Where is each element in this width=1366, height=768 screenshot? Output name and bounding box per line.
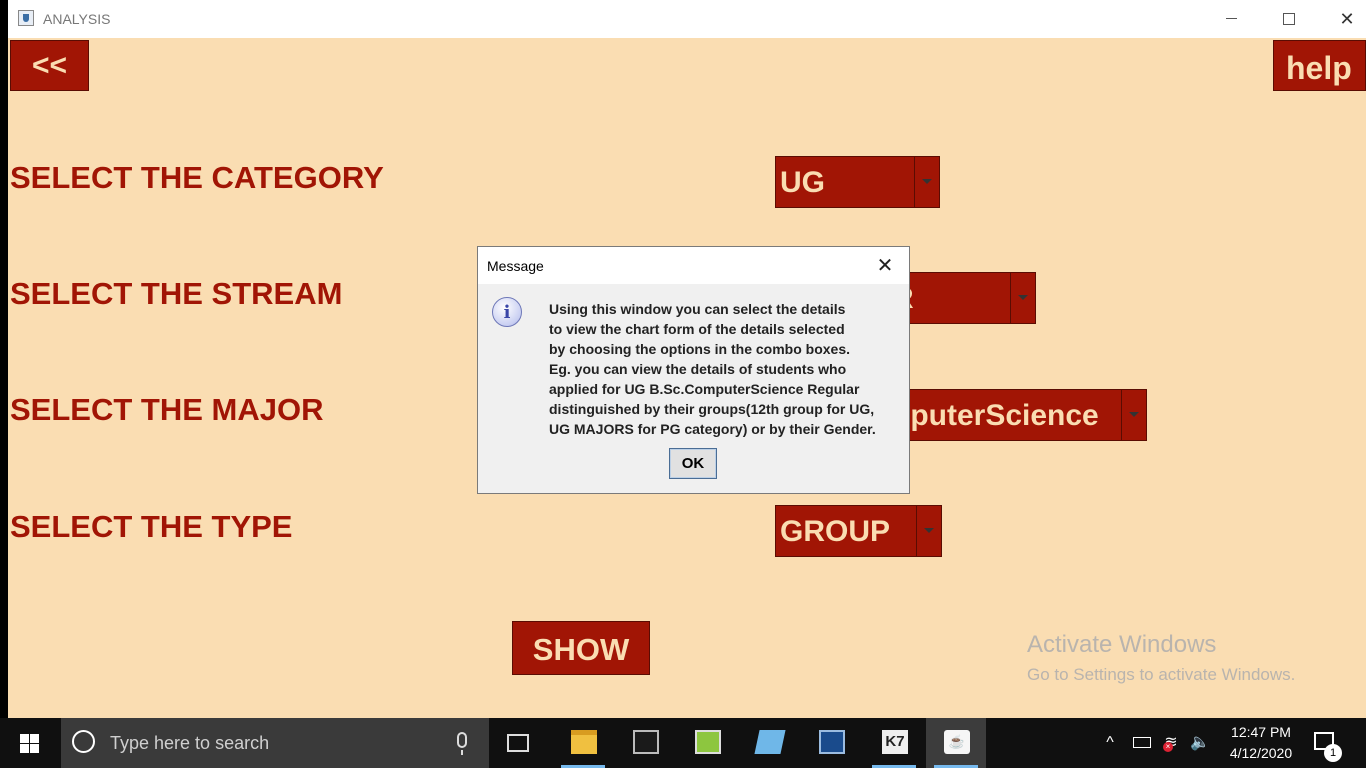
category-combo-value: UG	[780, 166, 825, 199]
clock-time: 12:47 PM	[1231, 724, 1291, 740]
azure-data-studio-button[interactable]	[739, 718, 799, 768]
maximize-icon	[1283, 12, 1295, 25]
ok-button[interactable]: OK	[669, 448, 717, 479]
file-explorer-button[interactable]	[553, 718, 613, 768]
dialog-message: Using this window you can select the det…	[549, 299, 876, 439]
java-app-button[interactable]: ☕	[926, 718, 986, 768]
windows-logo-icon	[20, 734, 39, 753]
type-combo-value: GROUP	[780, 515, 891, 548]
k7-security-button[interactable]: K7	[864, 718, 924, 768]
chevron-down-icon[interactable]	[1121, 390, 1146, 440]
k7-icon: K7	[882, 730, 908, 754]
start-button[interactable]	[0, 718, 60, 768]
maximize-button[interactable]	[1260, 0, 1318, 38]
window-title: ANALYSIS	[43, 11, 111, 27]
title-bar[interactable]: ANALYSIS ✕	[8, 0, 1366, 38]
type-label: SELECT THE TYPE	[10, 509, 293, 544]
minimize-icon	[1225, 18, 1237, 20]
dialog-message-line: UG MAJORS for PG category) or by their G…	[549, 421, 876, 437]
close-icon: ✕	[1339, 9, 1355, 29]
dialog-title-bar[interactable]: Message ✕	[478, 247, 909, 284]
taskbar: Type here to search K7 ☕ ^ ≋ × 🔈 12:47 P…	[0, 718, 1366, 768]
major-combo[interactable]: nputerScience	[891, 389, 1147, 441]
sql-icon	[819, 730, 845, 754]
terminal-icon	[633, 730, 659, 754]
java-icon: ☕	[944, 730, 970, 754]
dialog-message-line: distinguished by their groups(12th group…	[549, 401, 875, 417]
folder-icon	[571, 730, 597, 754]
chevron-down-icon[interactable]	[914, 157, 939, 207]
help-button[interactable]: help	[1273, 40, 1366, 91]
chevron-up-icon: ^	[1106, 734, 1114, 751]
java-app-icon	[18, 10, 34, 26]
search-placeholder: Type here to search	[110, 733, 270, 753]
show-button[interactable]: SHOW	[512, 621, 650, 675]
major-label: SELECT THE MAJOR	[10, 392, 324, 427]
dialog-message-line: to view the chart form of the details se…	[549, 321, 845, 337]
azure-icon	[754, 730, 786, 754]
command-prompt-button[interactable]	[615, 718, 675, 768]
back-button[interactable]: <<	[10, 40, 89, 91]
stream-label: SELECT THE STREAM	[10, 276, 343, 311]
activation-watermark-text: Go to Settings to activate Windows.	[1027, 665, 1296, 684]
dialog-message-line: by choosing the options in the combo box…	[549, 341, 851, 357]
show-hidden-icons-button[interactable]: ^	[1100, 718, 1120, 768]
task-view-button[interactable]	[489, 718, 549, 768]
clock[interactable]: 12:47 PM 4/12/2020	[1216, 722, 1306, 764]
notepad-icon	[695, 730, 721, 754]
volume-icon[interactable]: 🔈	[1189, 718, 1211, 768]
chevron-down-icon[interactable]	[916, 506, 941, 556]
task-view-icon	[507, 734, 529, 752]
microphone-icon[interactable]	[457, 732, 467, 755]
dialog-message-line: Using this window you can select the det…	[549, 301, 846, 317]
close-button[interactable]: ✕	[1318, 0, 1366, 38]
info-icon: i	[492, 297, 522, 327]
sql-plus-button[interactable]	[801, 718, 861, 768]
stream-combo[interactable]: R	[891, 272, 1036, 324]
network-error-icon: ×	[1163, 742, 1173, 752]
battery-icon[interactable]	[1131, 718, 1153, 768]
chevron-down-icon[interactable]	[1010, 273, 1035, 323]
dialog-message-line: Eg. you can view the details of students…	[549, 361, 847, 377]
clock-date: 4/12/2020	[1229, 745, 1293, 761]
category-combo[interactable]: UG	[775, 156, 940, 208]
message-dialog: Message ✕ i Using this window you can se…	[477, 246, 910, 494]
cortana-icon	[72, 730, 95, 753]
type-combo[interactable]: GROUP	[775, 505, 942, 557]
dialog-message-line: applied for UG B.Sc.ComputerScience Regu…	[549, 381, 860, 397]
minimize-button[interactable]	[1202, 0, 1260, 38]
dialog-title: Message	[487, 258, 544, 274]
category-label: SELECT THE CATEGORY	[10, 160, 384, 195]
major-combo-value: nputerScience	[892, 399, 1099, 432]
activation-watermark-title: Activate Windows	[1027, 631, 1217, 658]
notepad-button[interactable]	[677, 718, 737, 768]
dialog-close-button[interactable]: ✕	[870, 253, 900, 279]
notification-count-badge: 1	[1324, 744, 1342, 762]
search-bar[interactable]: Type here to search	[61, 718, 489, 768]
